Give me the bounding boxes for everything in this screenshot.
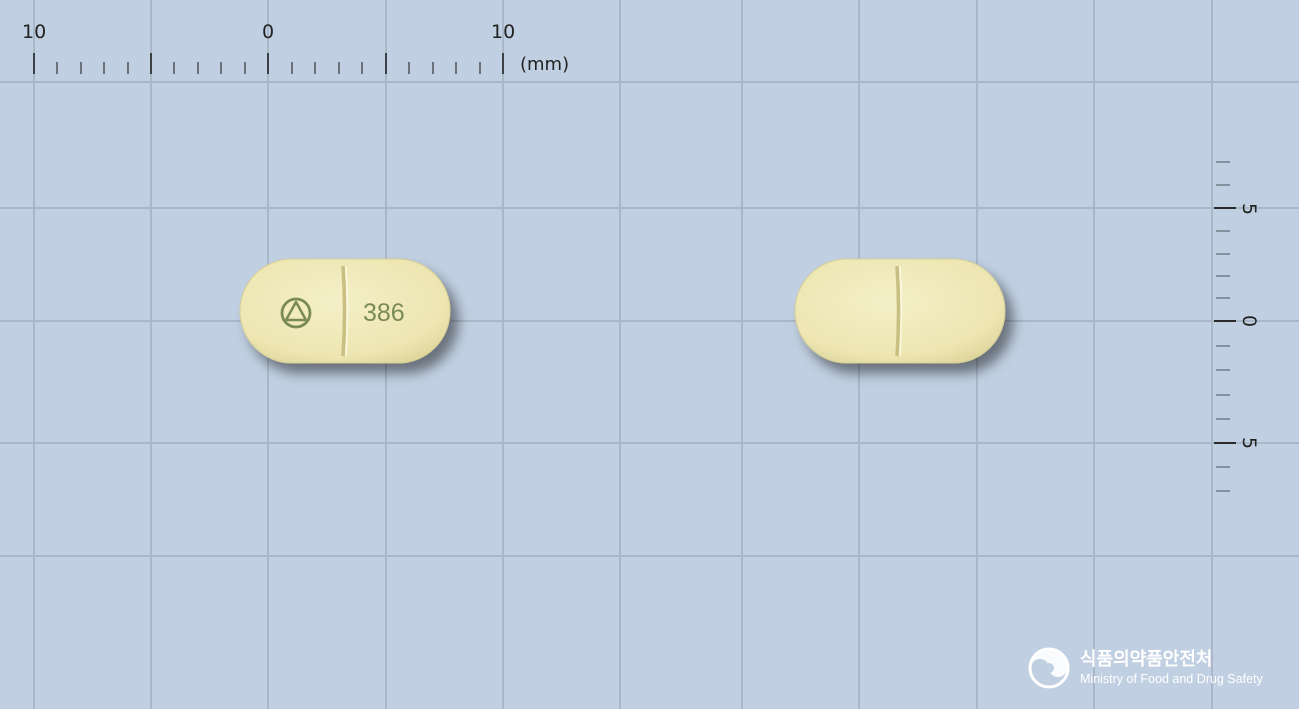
score-line [341, 265, 347, 357]
ruler-unit: (mm) [520, 54, 569, 75]
pill-front: 386 [239, 258, 451, 364]
ruler-label-right: 10 [491, 21, 515, 43]
ruler-label-left: 10 [22, 21, 46, 43]
top-ruler: 10 0 10 (mm) [22, 21, 569, 75]
ministry-watermark: 식품의약품안전처 Ministry of Food and Drug Safet… [1028, 647, 1263, 689]
side-ruler: 5 0 5 [1214, 161, 1260, 492]
ministry-name-english: Ministry of Food and Drug Safety [1080, 672, 1263, 686]
side-label-bottom: 5 [1238, 437, 1260, 449]
pill-photo: 10 0 10 (mm) 5 0 5 386 식품의약품안전처 Ministry… [0, 0, 1299, 709]
ministry-logo-icon [1028, 647, 1070, 689]
side-label-center: 0 [1238, 315, 1260, 327]
side-label-top: 5 [1238, 203, 1260, 215]
ministry-name-korean: 식품의약품안전처 [1080, 648, 1212, 670]
pill-back [794, 258, 1006, 364]
ruler-label-center: 0 [262, 21, 274, 43]
score-line [895, 265, 901, 357]
background-grid [0, 0, 1299, 709]
pill-imprint: 386 [363, 299, 405, 327]
